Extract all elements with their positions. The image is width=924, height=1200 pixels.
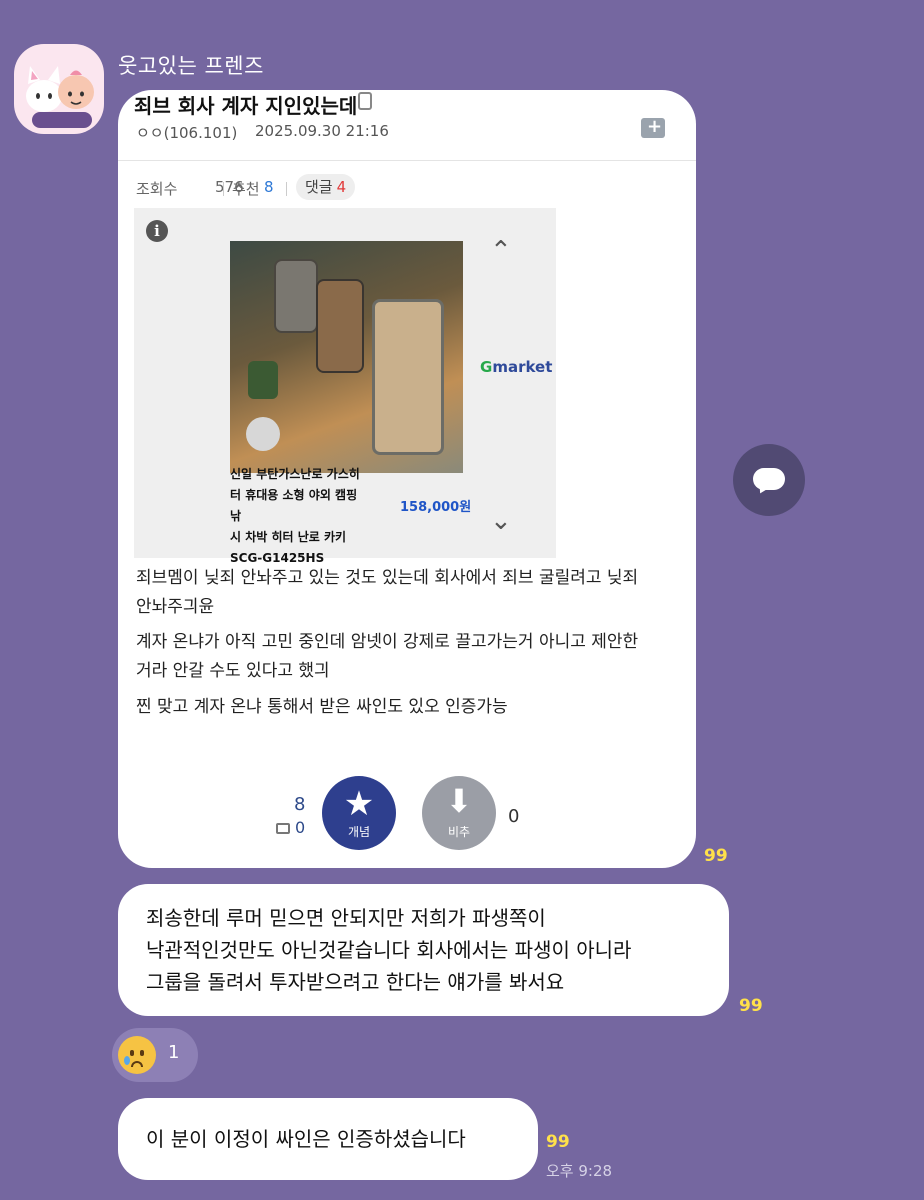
comment-count: 0 <box>295 818 306 837</box>
unread-count: 99 <box>704 846 728 866</box>
mobile-icon <box>358 92 372 110</box>
divider <box>286 182 287 196</box>
post-title: 죄브 회사 계자 지인있는데 <box>134 94 358 118</box>
sender-name: 웃고있는 프렌즈 <box>118 54 264 78</box>
comments-label: 댓글 <box>305 178 333 196</box>
recommend-value: 8 <box>264 178 274 196</box>
tear <box>124 1056 130 1065</box>
comments-count: 4 <box>336 178 347 196</box>
reaction-badge[interactable]: 1 <box>112 1028 198 1082</box>
message-time: 오후 9:28 <box>546 1162 613 1180</box>
heater-shape <box>372 299 444 455</box>
unread-count: 99 <box>546 1132 570 1152</box>
heater-shape <box>274 259 318 333</box>
comments-badge: 댓글 4 <box>296 174 356 200</box>
recommend-label: 추천 <box>232 180 260 198</box>
folder-add-icon <box>641 116 665 138</box>
views-label: 조회수 <box>136 180 178 198</box>
post-author: ㅇㅇ(106.101) <box>136 124 238 142</box>
gmarket-logo: Gmarket <box>480 358 553 376</box>
info-icon: i <box>146 220 168 242</box>
ad-banner: i ⌃ Gmarket 신일 부탄가스난로 가스히 터 휴대용 소형 야외 캠핑… <box>134 208 556 565</box>
product-name-line: 신일 부탄가스난로 가스히 <box>230 467 360 481</box>
vote-up-count: 8 <box>294 794 306 815</box>
post-body-line: 안놔주긔윤 <box>136 597 215 617</box>
unread-count: 99 <box>739 996 763 1016</box>
vote-up-button[interactable]: ★ 개념 <box>322 776 396 850</box>
post-date: 2025.09.30 21:16 <box>255 122 389 140</box>
product-name: 신일 부탄가스난로 가스히 터 휴대용 소형 야외 캠핑 낚 시 차박 히터 난… <box>230 464 365 569</box>
reaction-count: 1 <box>168 1042 180 1063</box>
star-icon: ★ <box>343 784 375 824</box>
chevron-up-icon[interactable]: ⌃ <box>490 236 512 266</box>
divider <box>223 182 224 196</box>
heater-shape <box>316 279 364 373</box>
product-image <box>230 241 463 473</box>
comment-icon <box>276 823 290 834</box>
divider <box>118 160 696 161</box>
chevron-down-icon[interactable]: ⌄ <box>490 506 512 536</box>
message-line: 낙관적인것만도 아닌것같습니다 회사에서는 파생이 아니라 <box>146 938 632 962</box>
product-name-line: 터 휴대용 소형 야외 캠핑 낚 <box>230 488 358 523</box>
vote-down-button[interactable]: ⬇ 비추 <box>422 776 496 850</box>
post-body-line: 찐 맞고 계자 온냐 통해서 받은 싸인도 있오 인증가능 <box>136 697 508 717</box>
crying-face-icon <box>118 1036 156 1074</box>
message-line: 그룹을 돌려서 투자받으려고 한다는 얘가를 봐서요 <box>146 970 565 994</box>
message-text: 이 분이 이정이 싸인은 인증하셨습니다 <box>146 1127 466 1151</box>
message-text: 죄송한데 루머 믿으면 안되지만 저희가 파생쪽이 낙관적인것만도 아닌것같습니… <box>146 902 631 998</box>
message-line: 죄송한데 루머 믿으면 안되지만 저희가 파생쪽이 <box>146 906 546 930</box>
vote-down-count: 0 <box>508 806 520 827</box>
down-arrow-icon: ⬇ <box>445 782 473 820</box>
eye <box>130 1050 134 1056</box>
bag-shape <box>248 361 278 399</box>
text-message-bubble[interactable]: 이 분이 이정이 싸인은 인증하셨습니다 <box>118 1098 538 1180</box>
text-message-bubble[interactable]: 죄송한데 루머 믿으면 안되지만 저희가 파생쪽이 낙관적인것만도 아닌것같습니… <box>118 884 729 1016</box>
vote-down-label: 비추 <box>447 825 471 839</box>
burner-shape <box>246 417 280 451</box>
reply-button[interactable] <box>733 444 805 516</box>
product-price: 158,000원 <box>400 500 472 515</box>
friend-avatar[interactable] <box>14 44 104 134</box>
mouth <box>131 1061 143 1067</box>
image-message-bubble[interactable]: 죄브 회사 계자 지인있는데 ㅇㅇ(106.101) 2025.09.30 21… <box>118 90 696 868</box>
post-body-line: 죄브멤이 닞죄 안놔주고 있는 것도 있는데 회사에서 죄브 굴릴려고 닞죄 <box>136 568 639 588</box>
avatar-character-icon <box>26 66 94 128</box>
vote-up-label: 개념 <box>347 825 371 839</box>
eye <box>140 1050 144 1056</box>
post-body-line: 거라 안갈 수도 있다고 했긔 <box>136 661 330 681</box>
post-body-line: 계자 온냐가 아직 고민 중인데 암넷이 강제로 끌고가는거 아니고 제안한 <box>136 632 639 652</box>
product-name-line: 시 차박 히터 난로 카키 <box>230 530 347 544</box>
